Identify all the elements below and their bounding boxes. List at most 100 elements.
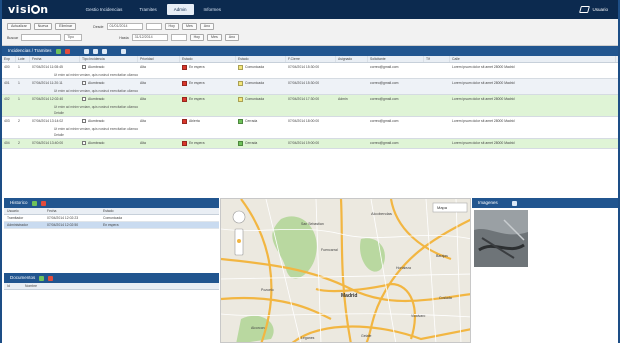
cell-asig bbox=[336, 117, 368, 126]
col-hist-fecha[interactable]: Fecha bbox=[44, 208, 100, 214]
cell-text: 07/04/2014 15:30:00 bbox=[288, 65, 320, 69]
settings-icon[interactable] bbox=[120, 48, 126, 54]
status-badge bbox=[238, 140, 243, 146]
row-checkbox[interactable] bbox=[82, 81, 86, 86]
row-checkbox[interactable] bbox=[82, 65, 86, 70]
col-doc-nombre[interactable]: Nombre bbox=[22, 283, 102, 289]
row-checkbox[interactable] bbox=[82, 97, 86, 102]
col-exp[interactable]: Exp bbox=[2, 56, 16, 62]
row-description: Ut enim ad minim veniam, quis nostrud ex… bbox=[54, 89, 139, 93]
hist-fecha: 07/04/2014 12:02:23 bbox=[47, 216, 79, 220]
to-year-button[interactable]: Ano bbox=[224, 34, 240, 41]
cell-tipo: Alumbrado bbox=[80, 63, 138, 72]
cell-text: En espera bbox=[189, 81, 205, 85]
delete-button[interactable]: Eliminar bbox=[55, 23, 77, 30]
row-extra: Detalle bbox=[54, 111, 64, 115]
col-prioridad[interactable]: Prioridad bbox=[138, 56, 180, 62]
historico-row[interactable]: Tramitador 07/04/2014 12:02:23 Comunicad… bbox=[4, 215, 219, 222]
documentos-add-icon[interactable] bbox=[39, 275, 45, 281]
incidencia-row[interactable]: 400 1 07/04/2014 11:08:45 Alumbrado Alta En e… bbox=[2, 63, 618, 79]
col-estado2[interactable]: Estado bbox=[236, 56, 286, 62]
row-checkbox[interactable] bbox=[82, 119, 86, 124]
incidencia-row[interactable]: 403 2 07/04/2014 13:14:02 Alumbrado Alta Abie… bbox=[2, 117, 618, 139]
incident-photo-thumbnail[interactable] bbox=[474, 210, 528, 267]
map-label: Pozuelo bbox=[261, 288, 274, 292]
col-estado[interactable]: Estado bbox=[180, 56, 236, 62]
nav-item-tramites[interactable]: Tramites bbox=[132, 4, 163, 15]
pan-control-icon[interactable] bbox=[232, 210, 246, 224]
cell-text: 401 bbox=[4, 81, 10, 85]
historico-row[interactable]: Administrador 07/04/2014 12:02:50 En esp… bbox=[4, 222, 219, 229]
col-fcierre[interactable]: F.Cierre bbox=[286, 56, 336, 62]
nav-item-admin[interactable]: Admin bbox=[166, 4, 194, 15]
from-date-input[interactable]: 01/01/2014 bbox=[106, 23, 143, 30]
month-button[interactable]: Mes bbox=[181, 23, 197, 30]
to-date-input[interactable]: 31/12/2014 bbox=[131, 34, 168, 41]
new-button[interactable]: Nueva bbox=[33, 23, 53, 30]
cell-text: 400 bbox=[4, 65, 10, 69]
imagenes-upload-icon[interactable] bbox=[511, 200, 517, 206]
col-hist-estado[interactable]: Estado bbox=[100, 208, 160, 214]
col-asignado[interactable]: Asignado bbox=[336, 56, 368, 62]
col-calle[interactable]: Calle bbox=[450, 56, 616, 62]
to-today-button[interactable]: Hoy bbox=[189, 34, 204, 41]
to-time-input[interactable] bbox=[170, 34, 187, 41]
cell-text: 07/04/2014 11:20:11 bbox=[32, 81, 63, 85]
cell-text: 2 bbox=[18, 141, 20, 145]
col-fecha[interactable]: Fecha bbox=[30, 56, 80, 62]
cell-text: Alumbrado bbox=[88, 81, 105, 85]
status-badge bbox=[238, 80, 243, 86]
filter-icon[interactable] bbox=[101, 48, 107, 54]
incidencia-row[interactable]: 401 1 07/04/2014 11:20:11 Alumbrado Alta En e… bbox=[2, 79, 618, 95]
from-time-input[interactable] bbox=[145, 23, 162, 30]
nav-item-incidencias[interactable]: Gestio Incidencias bbox=[79, 4, 130, 15]
cell-tipo: Alumbrado bbox=[80, 79, 138, 88]
documentos-panel: Documentos Id Nombre bbox=[4, 273, 219, 290]
col-lote[interactable]: Lote bbox=[16, 56, 30, 62]
col-doc-id[interactable]: Id bbox=[4, 283, 22, 289]
incidencia-row[interactable]: 402 1 07/04/2014 12:02:40 Alumbrado Alta En e… bbox=[2, 95, 618, 117]
pegman-icon[interactable] bbox=[237, 239, 241, 243]
add-icon[interactable] bbox=[55, 48, 61, 54]
historico-add-icon[interactable] bbox=[31, 200, 37, 206]
to-month-button[interactable]: Mes bbox=[206, 34, 222, 41]
remove-icon[interactable] bbox=[64, 48, 70, 54]
refresh-button[interactable]: Actualizar bbox=[7, 23, 31, 30]
incidencia-row[interactable]: 404 2 07/04/2014 13:40:00 Alumbrado Alta En e… bbox=[2, 139, 618, 149]
cell-text: Alumbrado bbox=[88, 119, 105, 123]
historico-remove-icon[interactable] bbox=[40, 200, 46, 206]
cell-text: Lorem ipsum dolor sit amet 28000 Madrid bbox=[452, 97, 515, 101]
row-extra: Detalle bbox=[54, 133, 64, 137]
cell-text: 07/04/2014 12:02:40 bbox=[32, 97, 64, 101]
cell-asig bbox=[336, 79, 368, 88]
export-icon[interactable] bbox=[92, 48, 98, 54]
today-button[interactable]: Hoy bbox=[164, 23, 179, 30]
photo-image bbox=[474, 210, 528, 267]
print-icon[interactable] bbox=[83, 48, 89, 54]
map-view[interactable]: Alcobendas San Sebastian Fuencarral Hort… bbox=[220, 198, 471, 343]
documentos-remove-icon[interactable] bbox=[48, 275, 54, 281]
cell-text: Alta bbox=[140, 119, 146, 123]
incidencia-cells: 404 2 07/04/2014 13:40:00 Alumbrado Alta En e… bbox=[2, 139, 618, 148]
cell-tlf bbox=[424, 117, 450, 126]
nav-item-informes[interactable]: Informes bbox=[197, 4, 229, 15]
cell-estado2: Comunicada bbox=[236, 63, 286, 72]
search-input[interactable] bbox=[21, 34, 62, 41]
cell-text: Alumbrado bbox=[88, 141, 105, 145]
cell-text: Admin bbox=[338, 97, 348, 101]
cell-text: 403 bbox=[4, 119, 10, 123]
col-usuario[interactable]: Usuario bbox=[4, 208, 44, 214]
cell-fcierre: 07/04/2014 15:30:00 bbox=[286, 63, 336, 72]
col-tipo[interactable]: Tipo Incidencia bbox=[80, 56, 138, 62]
col-solicitante[interactable]: Solicitante bbox=[368, 56, 424, 62]
cell-prio: Alta bbox=[138, 139, 180, 148]
incidencia-cells: 400 1 07/04/2014 11:08:45 Alumbrado Alta En e… bbox=[2, 63, 618, 72]
cell-text: 07/04/2014 17:30:00 bbox=[288, 97, 320, 101]
year-button[interactable]: Ano bbox=[199, 23, 215, 30]
type-select[interactable]: Tipo bbox=[64, 34, 83, 41]
row-checkbox[interactable] bbox=[82, 141, 86, 146]
app-logo[interactable]: visi n bbox=[8, 3, 49, 16]
map-label: Getafe bbox=[361, 334, 372, 338]
user-menu[interactable]: Usuario bbox=[579, 6, 618, 13]
col-tlf[interactable]: Tlf bbox=[424, 56, 450, 62]
